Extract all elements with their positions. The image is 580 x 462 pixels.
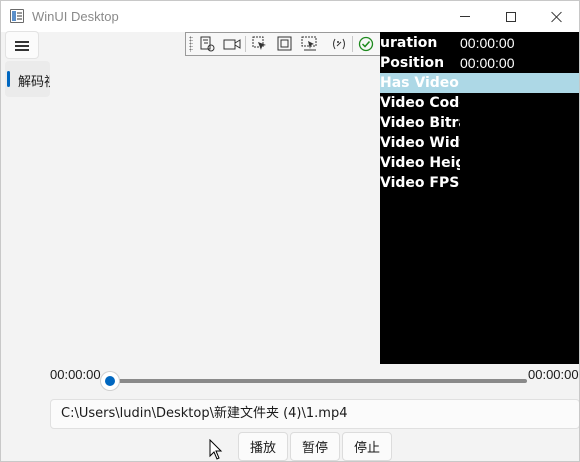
info-row-video-height[interactable]: Video Height [380,153,579,173]
hamburger-icon-line [15,45,29,47]
pause-button[interactable]: 暂停 [290,432,340,461]
title-bar[interactable]: WinUI Desktop [1,1,579,32]
seek-slider-thumb[interactable] [101,372,119,390]
info-value: 00:00:00 [460,55,515,71]
app-window: WinUI Desktop 解码视频 [0,0,580,462]
info-row-video-fps[interactable]: Video FPS [380,173,579,193]
total-time: 00:00:00 [528,367,579,382]
selection-indicator [7,71,10,87]
info-name: Has Video [380,75,459,91]
display-layout-adorners-icon[interactable] [275,35,295,53]
hot-reload-ok-icon[interactable] [356,35,376,53]
select-element-icon[interactable] [250,35,270,53]
info-row-video-width[interactable]: Video Width [380,133,579,153]
maximize-button[interactable] [488,1,534,32]
toolbar-separator [352,36,353,52]
info-value: 00:00:00 [460,35,515,51]
minimize-button[interactable] [442,1,488,32]
hamburger-icon [15,41,29,43]
video-info-panel: uration 00:00:00 Position 00:00:00 Has V… [380,32,579,364]
binding-failures-icon[interactable] [329,35,349,53]
info-name: uration [380,35,438,51]
close-icon [551,11,563,23]
window-title: WinUI Desktop [32,9,119,24]
info-name: Video Codec [380,95,460,111]
live-visual-tree-icon[interactable] [197,35,217,53]
track-focus-icon[interactable] [300,35,320,53]
nav-item-label: 解码视频 [18,75,50,90]
info-name: Video FPS [380,175,460,191]
info-name: Video Bitrate [380,115,460,131]
play-button[interactable]: 播放 [238,432,288,461]
minimize-icon [460,16,470,17]
info-row-duration: uration 00:00:00 [380,33,579,53]
info-row-video-codec[interactable]: Video Codec [380,93,579,113]
file-path-input[interactable]: C:\Users\ludin\Desktop\新建文件夹 (4)\1.mp4 [50,399,579,429]
info-row-video-bitrate[interactable]: Video Bitrate [380,113,579,133]
toolbar-grip[interactable] [189,36,193,52]
video-camera-icon[interactable] [222,35,242,53]
nav-menu-button[interactable] [5,31,39,59]
close-button[interactable] [534,1,579,32]
current-time: 00:00:00 [50,367,101,382]
info-name: Video Width [380,135,460,151]
xaml-debug-toolbar [185,32,396,56]
app-icon [10,9,24,23]
toolbar-separator [245,36,246,52]
maximize-icon [506,11,516,22]
info-name: Video Height [380,155,460,171]
mouse-cursor-icon [209,439,223,460]
info-name: Position [380,55,445,71]
seek-slider-track[interactable] [109,379,527,383]
info-row-has-video[interactable]: Has Video [380,73,579,93]
hamburger-icon-line [15,49,29,51]
info-row-position: Position 00:00:00 [380,53,579,73]
nav-item-decode-video[interactable]: 解码视频 [5,61,50,97]
stop-button[interactable]: 停止 [342,432,392,461]
